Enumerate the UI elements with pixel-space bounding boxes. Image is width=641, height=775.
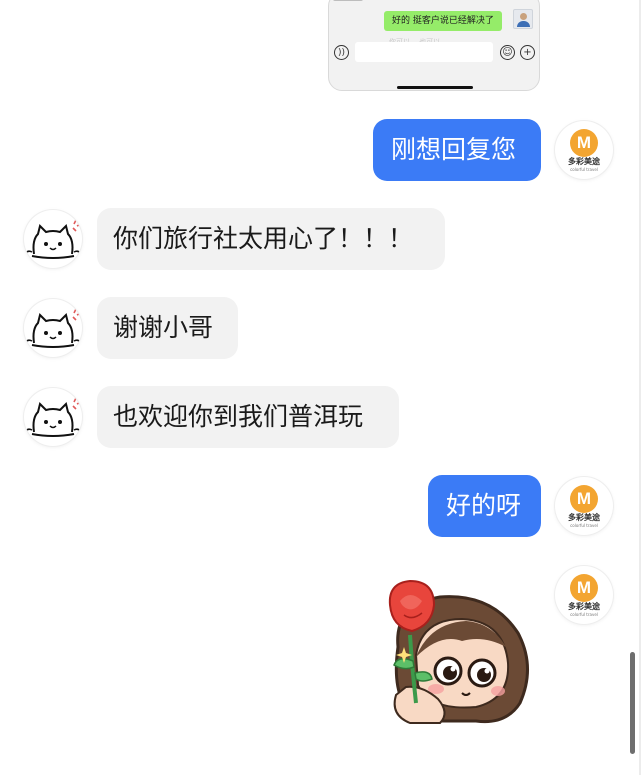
customer-avatar[interactable] [24,299,82,357]
brand-name: 多彩美途 [568,157,600,166]
outgoing-message-bubble[interactable]: 刚想回复您 [373,119,541,181]
chat-screen: 好的 挺客户说已经解决了 你可以… 也可以… )) ☺ + 刚想回复您 多彩美途… [0,0,641,775]
embedded-screenshot-message[interactable]: 好的 挺客户说已经解决了 你可以… 也可以… )) ☺ + [328,0,540,91]
incoming-message-bubble[interactable]: 也欢迎你到我们普洱玩 [97,386,399,448]
brand-logo-icon [570,129,598,157]
brand-subtitle: colorful travel [570,167,598,172]
scrollbar[interactable] [630,652,635,754]
emoji-icon: ☺ [500,45,515,60]
voice-icon: )) [334,45,349,60]
brand-name: 多彩美途 [568,602,600,611]
embedded-top-strip [333,0,363,1]
cat-avatar-icon [25,308,82,348]
incoming-message-bubble[interactable]: 谢谢小哥 [97,297,238,359]
cat-avatar-icon [25,219,82,259]
agency-avatar[interactable]: 多彩美途 colorful travel [555,477,613,535]
brand-logo-icon [570,485,598,513]
agency-avatar[interactable]: 多彩美途 colorful travel [555,121,613,179]
plus-icon: + [520,45,535,60]
home-indicator [397,86,473,89]
customer-avatar[interactable] [24,388,82,446]
cat-avatar-icon [25,397,82,437]
brand-logo-icon [570,574,598,602]
brand-subtitle: colorful travel [570,523,598,528]
girl-holding-rose-sticker[interactable] [380,575,540,730]
embedded-chat-bubble: 好的 挺客户说已经解决了 [384,11,502,31]
customer-avatar[interactable] [24,210,82,268]
incoming-message-bubble[interactable]: 你们旅行社太用心了！！！ [97,208,445,270]
embedded-text-input [355,42,493,62]
embedded-input-bar: )) ☺ + [329,41,539,67]
agency-avatar[interactable]: 多彩美途 colorful travel [555,566,613,624]
embedded-avatar [513,9,533,29]
brand-name: 多彩美途 [568,513,600,522]
brand-subtitle: colorful travel [570,612,598,617]
outgoing-message-bubble[interactable]: 好的呀 [428,475,541,537]
